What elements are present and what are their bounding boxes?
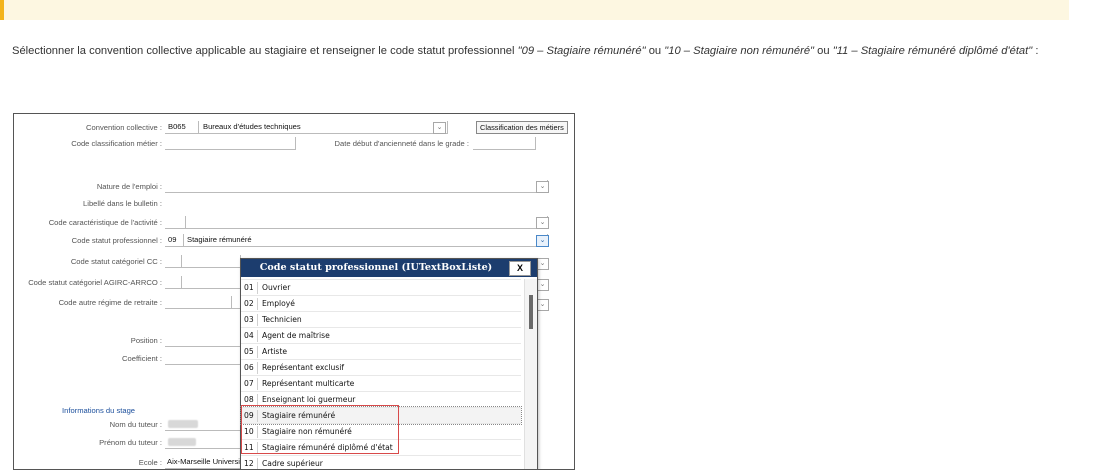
list-item-label: Artiste (262, 347, 288, 356)
list-item-code: 07 (244, 379, 254, 388)
list-item[interactable]: 03 Technicien (241, 311, 521, 328)
prenom-tuteur-label: Prénom du tuteur : (99, 438, 162, 447)
stage-section-title: Informations du stage (62, 406, 136, 415)
date-debut-label: Date début d'ancienneté dans le grade : (334, 139, 469, 148)
field-separator (185, 216, 186, 228)
nom-tuteur-field[interactable] (165, 418, 241, 431)
nature-emploi-label: Nature de l'emploi : (96, 182, 162, 191)
intro-code-09: "09 – Stagiaire rémunéré" (517, 45, 646, 57)
screenshot-form: Convention collective : B065 Bureaux d'é… (13, 113, 575, 470)
code-statut-cat-label: Code statut catégoriel CC : (70, 257, 162, 266)
list-item-separator (257, 298, 258, 310)
scrollbar-thumb[interactable] (529, 295, 533, 329)
redacted-value (168, 438, 196, 446)
code-classification-field[interactable] (165, 137, 296, 150)
list-item-separator (257, 346, 258, 358)
code-autre-regime-label: Code autre régime de retraite : (58, 298, 162, 307)
list-item-separator (257, 362, 258, 374)
list-item[interactable]: 05 Artiste (241, 343, 521, 360)
list-item-label: Représentant multicarte (262, 379, 355, 388)
nom-tuteur-label: Nom du tuteur : (109, 420, 162, 429)
close-button[interactable]: X (509, 261, 531, 276)
list-item-separator (257, 458, 258, 469)
field-separator (181, 255, 182, 267)
field-separator (183, 234, 184, 246)
code-classification-label: Code classification métier : (71, 139, 162, 148)
coefficient-field[interactable] (165, 352, 241, 365)
convention-code: B065 (168, 122, 186, 131)
prenom-tuteur-field[interactable] (165, 436, 241, 449)
list-item-label: Cadre supérieur (262, 459, 323, 468)
classification-button[interactable]: Classification des métiers (476, 121, 568, 134)
list-item-code: 06 (244, 363, 254, 372)
note-accent-bar (0, 0, 4, 20)
list-item-separator (257, 378, 258, 390)
convention-dropdown-chevron-icon[interactable]: ⌄ (433, 122, 446, 134)
code-statut-cat-field[interactable] (165, 255, 241, 268)
convention-name: Bureaux d'études techniques (203, 122, 301, 131)
code-statut-dropdown-chevron-icon[interactable]: ⌄ (536, 235, 549, 247)
code-caracteristique-field[interactable] (165, 216, 548, 229)
list-item-separator (257, 330, 258, 342)
date-debut-field[interactable] (473, 137, 536, 150)
list-item-label: Ouvrier (262, 283, 291, 292)
list-item-code: 12 (244, 459, 254, 468)
list-item[interactable]: 01 Ouvrier (241, 279, 521, 296)
list-item-separator (257, 282, 258, 294)
intro-text: ou (645, 45, 665, 57)
code-caracteristique-label: Code caractéristique de l'activité : (48, 218, 162, 227)
nature-dropdown-chevron-icon[interactable]: ⌄ (536, 181, 549, 193)
popup-title: Code statut professionnel (IUTextBoxList… (259, 262, 493, 273)
list-item-label: Agent de maîtrise (262, 331, 330, 340)
note-callout (0, 0, 1069, 20)
list-item-code: 02 (244, 299, 254, 308)
intro-code-10: "10 – Stagiaire non rémunéré" (664, 45, 815, 57)
list-item-code: 03 (244, 315, 254, 324)
field-separator (231, 296, 232, 308)
redacted-value (168, 420, 198, 428)
list-item-separator (257, 314, 258, 326)
list-item[interactable]: 04 Agent de maîtrise (241, 327, 521, 344)
popup-header: Code statut professionnel (IUTextBoxList… (241, 259, 537, 277)
ecole-field[interactable]: Aix-Marseille Universi (165, 456, 241, 469)
intro-code-11: "11 – Stagiaire rémunéré diplômé d'état" (832, 45, 1033, 57)
ecole-label: Ecole : (138, 458, 162, 467)
convention-field[interactable]: B065 Bureaux d'études techniques (165, 121, 448, 134)
popup-scrollbar[interactable] (524, 279, 537, 469)
list-item[interactable]: 12 Cadre supérieur (241, 455, 521, 469)
field-separator (181, 276, 182, 288)
code-statut-code: 09 (168, 235, 177, 244)
position-field[interactable] (165, 334, 241, 347)
intro-text: : (1032, 45, 1039, 57)
list-item[interactable]: 02 Employé (241, 295, 521, 312)
list-item-label: Technicien (262, 315, 302, 324)
list-item-code: 05 (244, 347, 254, 356)
highlight-box (241, 405, 399, 454)
position-label: Position : (130, 336, 162, 345)
list-item-label: Employé (262, 299, 295, 308)
coefficient-label: Coefficient : (122, 354, 162, 363)
intro-text: Sélectionner la convention collective ap… (12, 45, 518, 57)
nature-emploi-field[interactable] (165, 180, 548, 193)
ecole-value: Aix-Marseille Universi (167, 457, 240, 466)
code-statut-field[interactable]: 09 Stagiaire rémunéré (165, 234, 548, 247)
code-statut-agirc-label: Code statut catégoriel AGIRC-ARRCO : (28, 278, 162, 287)
code-autre-regime-field[interactable] (165, 296, 241, 309)
libelle-bulletin-label: Libellé dans le bulletin : (83, 199, 162, 208)
caracteristique-dropdown-chevron-icon[interactable]: ⌄ (536, 217, 549, 229)
list-item-code: 01 (244, 283, 254, 292)
list-item[interactable]: 07 Représentant multicarte (241, 375, 521, 392)
code-statut-agirc-field[interactable] (165, 276, 241, 289)
intro-text: ou (814, 45, 833, 57)
code-statut-value: Stagiaire rémunéré (187, 235, 252, 244)
intro-paragraph: Sélectionner la convention collective ap… (12, 40, 1082, 62)
list-item-code: 04 (244, 331, 254, 340)
code-statut-label: Code statut professionnel : (71, 236, 162, 245)
field-separator (198, 121, 199, 133)
list-item-label: Représentant exclusif (262, 363, 345, 372)
convention-label: Convention collective : (86, 123, 162, 132)
list-item[interactable]: 06 Représentant exclusif (241, 359, 521, 376)
